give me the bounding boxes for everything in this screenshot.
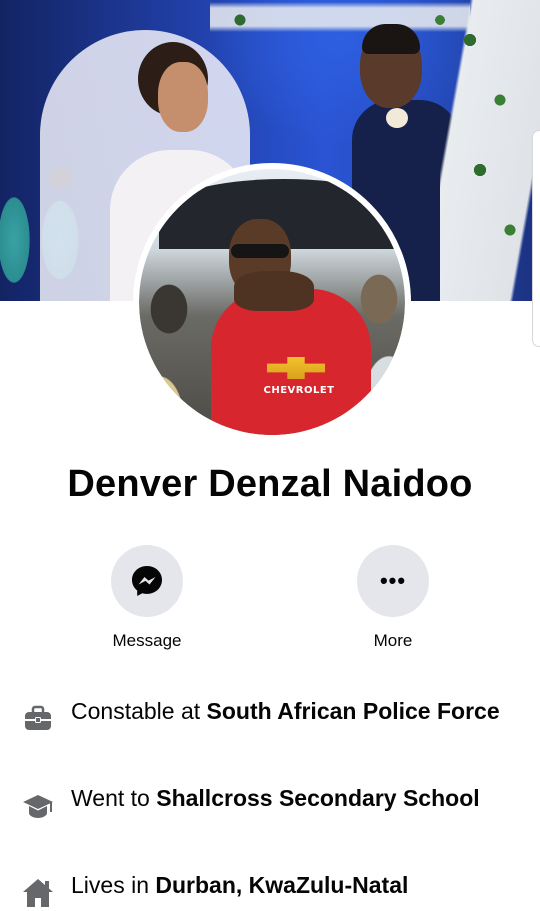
more-button-label[interactable]: More	[333, 631, 453, 651]
message-button-label[interactable]: Message	[87, 631, 207, 651]
intro-work: Constable at South African Police Force	[20, 697, 520, 737]
briefcase-icon	[25, 705, 51, 730]
more-button[interactable]: ••• More	[333, 545, 453, 651]
cover-groom-hair	[362, 24, 420, 54]
intro-residence-prefix: Lives in	[71, 872, 156, 898]
intro-work-prefix: Constable at	[71, 698, 207, 724]
messenger-icon	[132, 566, 162, 596]
message-button-circle[interactable]	[111, 545, 183, 617]
profile-photo-shirt-print: CHEVROLET	[263, 385, 335, 396]
cover-bride-face	[158, 62, 208, 132]
message-button[interactable]: Message	[87, 545, 207, 651]
side-panel-edge	[532, 130, 540, 347]
intro-residence: Lives in Durban, KwaZulu-Natal	[20, 871, 520, 911]
cover-arch-vines	[440, 0, 540, 301]
intro-education-text: Went to Shallcross Secondary School	[71, 784, 480, 813]
profile-picture[interactable]: CHEVROLET	[133, 163, 411, 441]
intro-residence-place[interactable]: Durban, KwaZulu-Natal	[155, 872, 408, 898]
intro-residence-text: Lives in Durban, KwaZulu-Natal	[71, 871, 408, 900]
more-dots-icon: •••	[379, 568, 407, 593]
profile-photo-hands	[234, 271, 314, 311]
intro-education-prefix: Went to	[71, 785, 157, 811]
profile-name: Denver Denzal Naidoo	[67, 463, 473, 505]
profile-photo-sunglasses	[231, 244, 289, 258]
more-button-circle[interactable]: •••	[357, 545, 429, 617]
cover-boutonniere	[386, 108, 408, 128]
intro-work-place[interactable]: South African Police Force	[207, 698, 500, 724]
home-icon	[23, 879, 53, 907]
profile-picture-photo: CHEVROLET	[139, 169, 405, 435]
intro-education: Went to Shallcross Secondary School	[20, 784, 520, 824]
intro-work-text: Constable at South African Police Force	[71, 697, 500, 726]
cover-floral-arch	[210, 0, 470, 50]
intro-education-place[interactable]: Shallcross Secondary School	[156, 785, 479, 811]
graduation-cap-icon	[23, 795, 53, 818]
